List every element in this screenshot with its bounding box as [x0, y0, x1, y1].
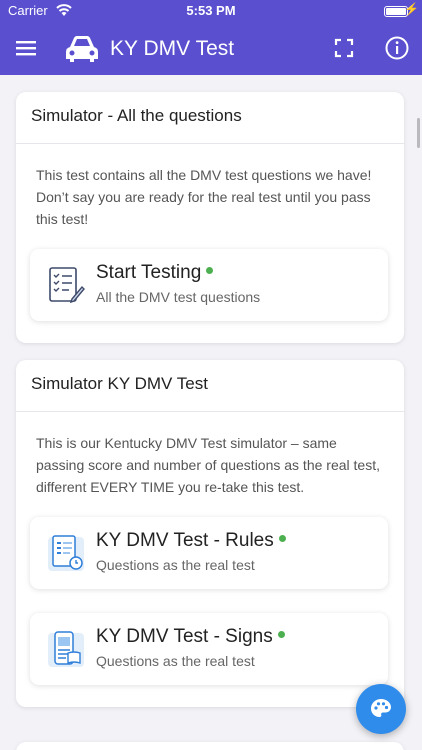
- app-bar: KY DMV Test: [0, 22, 422, 75]
- item-subtitle: Questions as the real test: [96, 653, 255, 669]
- fullscreen-icon[interactable]: [333, 37, 355, 59]
- app-title: KY DMV Test: [110, 37, 235, 60]
- card-header: Simulator KY DMV Test: [16, 360, 404, 412]
- palette-icon: [371, 699, 391, 717]
- start-testing-button[interactable]: Start Testing All the DMV test questions: [30, 249, 388, 321]
- status-bar: Carrier 5:53 PM ⚡: [0, 0, 422, 22]
- item-subtitle: Questions as the real test: [96, 557, 255, 573]
- item-subtitle: All the DMV test questions: [96, 289, 261, 305]
- status-dot: [278, 535, 286, 543]
- hamburger-menu-icon[interactable]: [14, 36, 38, 60]
- scrollbar[interactable]: [417, 118, 420, 148]
- signs-test-button[interactable]: KY DMV Test - Signs Questions as the rea…: [30, 613, 388, 685]
- charging-bolt-icon: ⚡: [404, 2, 419, 16]
- item-title: KY DMV Test - Signs: [96, 626, 285, 648]
- info-icon[interactable]: [384, 35, 410, 61]
- clock: 5:53 PM: [186, 3, 236, 18]
- theme-fab-button[interactable]: [356, 684, 406, 734]
- signs-book-icon: [48, 631, 84, 667]
- card-description: This test contains all the DMV test ques…: [36, 167, 372, 227]
- item-title: KY DMV Test - Rules: [96, 530, 286, 552]
- card-simulator-test: Simulator KY DMV Test This is our Kentuc…: [16, 360, 404, 707]
- rules-document-icon: [48, 535, 84, 571]
- checklist-icon: [49, 267, 85, 304]
- status-dot: [277, 631, 285, 639]
- card-description: This is our Kentucky DMV Test simulator …: [36, 435, 380, 495]
- item-title: Start Testing: [96, 262, 214, 284]
- card-next: [16, 742, 404, 750]
- rules-test-button[interactable]: KY DMV Test - Rules Questions as the rea…: [30, 517, 388, 589]
- card-all-questions: Simulator - All the questions This test …: [16, 92, 404, 343]
- status-dot: [206, 267, 214, 275]
- card-header: Simulator - All the questions: [16, 92, 404, 144]
- car-icon: [66, 36, 98, 62]
